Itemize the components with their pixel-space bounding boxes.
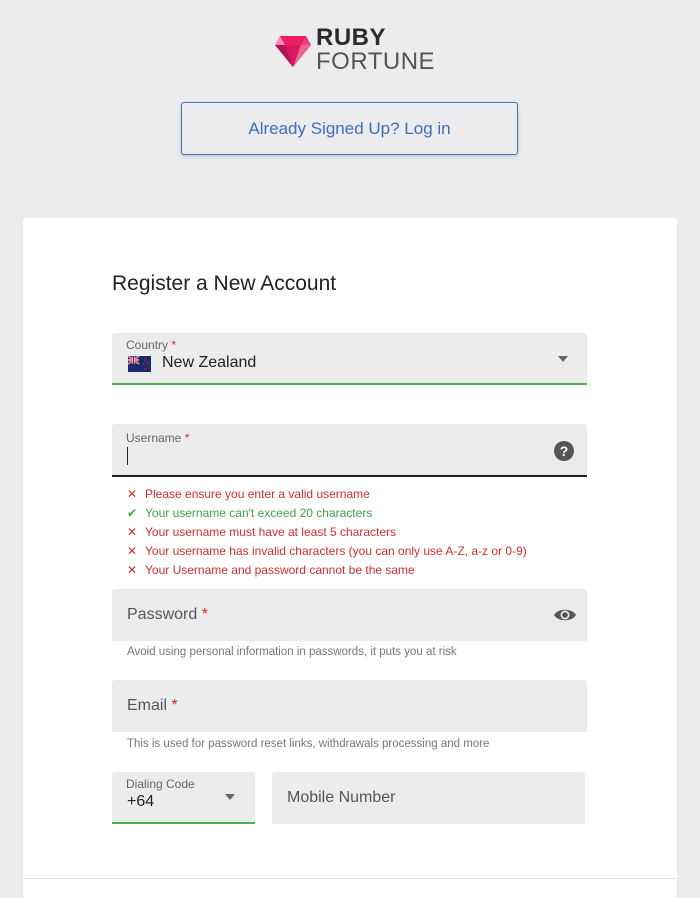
username-label: Username: [126, 431, 182, 445]
dialing-code-value: +64: [127, 793, 155, 810]
chevron-down-icon[interactable]: [225, 794, 235, 800]
login-button[interactable]: Already Signed Up? Log in: [181, 102, 518, 155]
brand-logo[interactable]: RUBY FORTUNE: [274, 26, 435, 74]
password-placeholder: Password: [127, 606, 198, 623]
mobile-number-field[interactable]: Mobile Number: [272, 772, 585, 824]
new-zealand-flag-icon: [128, 356, 151, 372]
validation-item: ✕ Please ensure you enter a valid userna…: [127, 484, 527, 503]
email-hint: This is used for password reset links, w…: [127, 738, 490, 750]
question-mark-icon[interactable]: ?: [554, 441, 574, 461]
cross-icon: ✕: [127, 486, 138, 501]
brand-name-line1: RUBY: [316, 24, 387, 51]
dialing-code-label: Dialing Code: [126, 777, 195, 791]
username-validation-list: ✕ Please ensure you enter a valid userna…: [127, 484, 527, 579]
required-marker: *: [171, 697, 178, 714]
mobile-placeholder: Mobile Number: [287, 789, 396, 806]
validation-text: Your username has invalid characters (yo…: [145, 543, 527, 558]
check-icon: ✔: [127, 505, 138, 520]
validation-item: ✔ Your username can't exceed 20 characte…: [127, 503, 527, 522]
validation-text: Your Username and password cannot be the…: [145, 562, 415, 577]
country-select[interactable]: Country * New Zealand: [112, 333, 587, 385]
password-hint: Avoid using personal information in pass…: [127, 646, 457, 658]
validation-item: ✕ Your Username and password cannot be t…: [127, 560, 527, 579]
eye-icon[interactable]: [553, 605, 577, 625]
cross-icon: ✕: [127, 524, 138, 539]
validation-item: ✕ Your username must have at least 5 cha…: [127, 522, 527, 541]
text-cursor: [127, 447, 128, 465]
dialing-code-select[interactable]: Dialing Code +64: [112, 772, 255, 824]
required-marker: *: [184, 431, 190, 445]
brand-name-line2: FORTUNE: [316, 48, 436, 75]
username-field[interactable]: Username * ?: [112, 424, 587, 477]
validation-text: Your username can't exceed 20 characters: [145, 505, 373, 520]
chevron-down-icon[interactable]: [558, 356, 568, 362]
cross-icon: ✕: [127, 543, 138, 558]
country-label: Country: [126, 338, 169, 352]
required-marker: *: [201, 606, 208, 623]
registration-page: RUBY FORTUNE Already Signed Up? Log in R…: [0, 0, 700, 898]
required-marker: *: [171, 338, 177, 352]
validation-text: Please ensure you enter a valid username: [145, 486, 370, 501]
validation-item: ✕ Your username has invalid characters (…: [127, 541, 527, 560]
email-placeholder: Email: [127, 697, 168, 714]
ruby-gem-icon: [275, 36, 311, 67]
email-field[interactable]: Email *: [112, 680, 587, 732]
cross-icon: ✕: [127, 562, 138, 577]
validation-text: Your username must have at least 5 chara…: [145, 524, 397, 539]
form-title: Register a New Account: [112, 272, 337, 295]
password-field[interactable]: Password *: [112, 589, 587, 641]
country-value: New Zealand: [162, 354, 257, 371]
card-divider: [23, 878, 677, 879]
